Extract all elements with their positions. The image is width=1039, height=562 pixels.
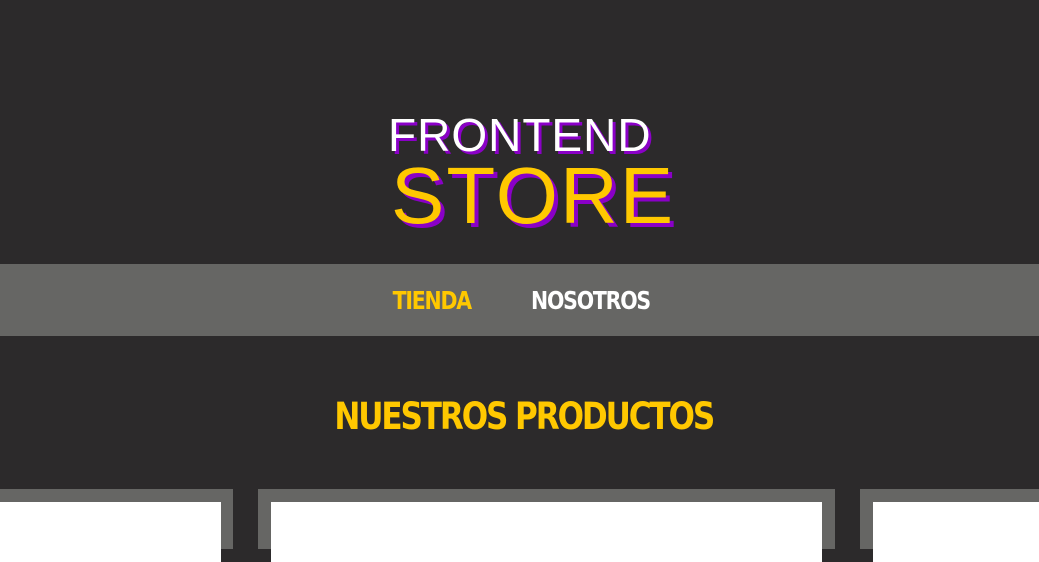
- logo-text-store: STORE: [391, 151, 676, 240]
- product-card-image: [0, 502, 221, 562]
- site-logo[interactable]: FRONTEND STORE: [388, 110, 708, 240]
- site-header: FRONTEND STORE: [0, 0, 1039, 264]
- product-card-image: [873, 502, 1039, 562]
- nav-link-tienda[interactable]: TIENDA: [393, 286, 473, 315]
- section-title: NUESTROS PRODUCTOS: [334, 395, 715, 438]
- product-card[interactable]: [860, 489, 1039, 562]
- product-card-image: [271, 502, 822, 562]
- product-card[interactable]: [258, 489, 835, 562]
- product-card[interactable]: [0, 489, 233, 562]
- nav-link-nosotros[interactable]: NOSOTROS: [531, 286, 651, 315]
- main-navigation: TIENDA NOSOTROS: [0, 264, 1039, 336]
